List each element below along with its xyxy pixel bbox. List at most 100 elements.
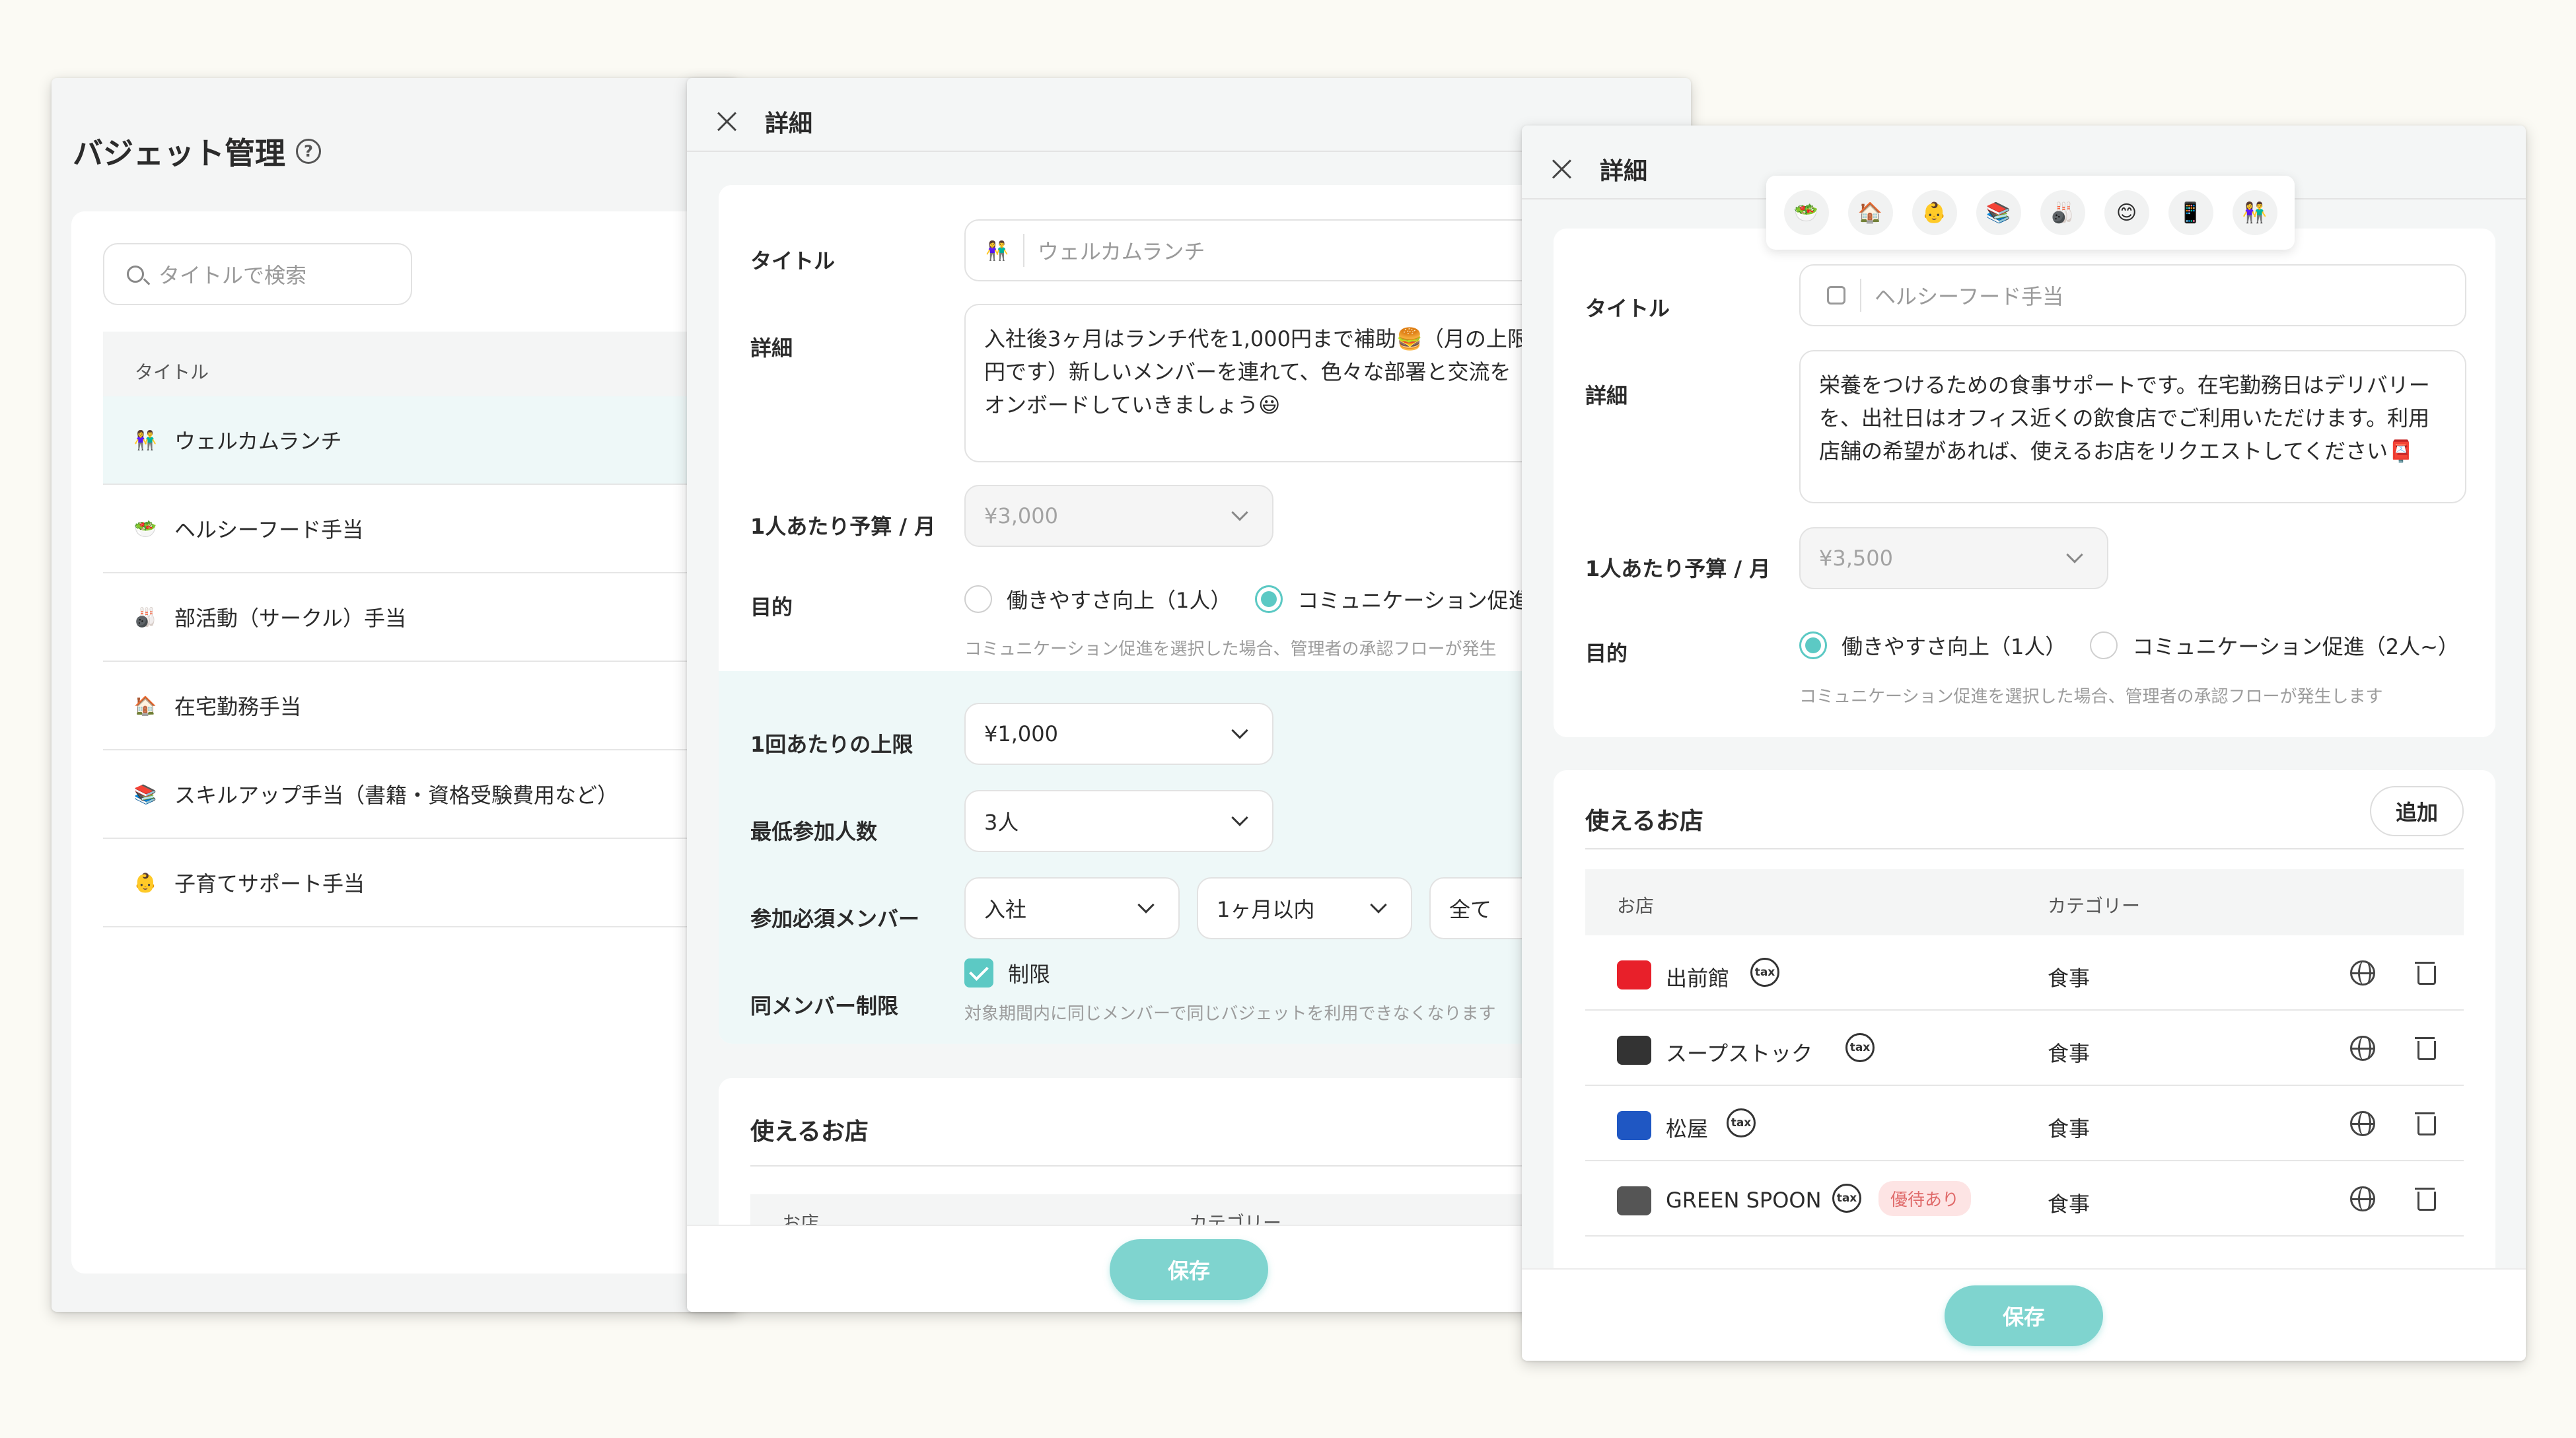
list-item-label: ヘルシーフード手当 [174,517,364,542]
budget-list: 👫 ウェルカムランチ 🥗 ヘルシーフード手当 🎳 部活動（サークル）手当 🏠 在宅勤務手当 📚 ス… [103,396,738,927]
label-detail: 詳細 [750,336,793,361]
salad-emoji-icon[interactable]: 🥗 [1783,190,1829,235]
list-item-label: 部活動（サークル）手当 [174,606,407,631]
bowling-emoji-icon[interactable]: 🎳 [2040,190,2085,235]
limit-select[interactable]: ¥1,000 [964,703,1273,765]
budget-select[interactable]: ¥3,000 [964,485,1273,547]
shop-category: 食事 [2048,1041,2091,1066]
detail-line-2: 円です）新しいメンバーを連れて、色々な部署と交流を [984,359,1511,384]
purpose-radio-1[interactable] [1799,631,1827,659]
search-input[interactable]: タイトルで検索 [103,243,412,305]
same-note: 対象期間内に同じメンバーで同じバジェットを利用できなくなります [964,1004,1496,1024]
shop-name: スープストック [1666,1041,1813,1066]
shops-list: 出前館 tax 食事 スープストック tax 食事 松屋 tax 食事 GREEN SPOON ta… [1585,935,2464,1237]
save-button[interactable]: 保存 [1110,1239,1268,1300]
list-item[interactable]: 👶 子育てサポート手当 [103,839,738,927]
globe-icon[interactable] [2350,960,2375,986]
budget-value: ¥3,500 [1819,546,1893,571]
globe-icon[interactable] [2350,1036,2375,1061]
list-item[interactable]: 👫 ウェルカムランチ [103,396,738,485]
chevron-down-icon [1231,504,1248,521]
same-member-checkbox[interactable] [964,958,993,988]
required-value-3: 全て [1449,897,1492,922]
shop-category: 食事 [2048,966,2091,991]
trash-icon[interactable] [2415,1185,2436,1211]
label-same: 同メンバー制限 [750,993,899,1019]
purpose-note: コミュニケーション促進を選択した場合、管理者の承認フローが発生 [964,639,1497,659]
purpose-radio-2[interactable] [2090,631,2118,659]
footer-right: 保存 [1522,1268,2526,1361]
detail-line-3: 店舗の希望があれば、使えるお店をリクエストしてください📮 [1819,439,2414,464]
required-select-1[interactable]: 入社 [964,877,1180,939]
detail-form-card-right: タイトル ヘルシーフード手当 詳細 栄養をつけるための食事サポートです。在宅勤務… [1554,229,2495,737]
books-emoji-icon[interactable]: 📚 [1976,190,2021,235]
emoji-picker: 🥗 🏠 👶 📚 🎳 😊 📱 👫 [1766,176,2295,250]
close-icon[interactable] [1551,158,1573,180]
purpose-radio-2[interactable] [1255,585,1283,613]
detail-header: 詳細 [1600,158,1648,185]
table-row: 出前館 tax 食事 [1585,935,2464,1011]
bowling-emoji-icon: 🎳 [133,606,157,628]
books-emoji-icon: 📚 [133,783,157,805]
salad-emoji-icon: 🥗 [133,517,157,540]
list-item[interactable]: 🎳 部活動（サークル）手当 [103,573,738,662]
baby-emoji-icon[interactable]: 👶 [1912,190,1957,235]
chevron-down-icon [1231,722,1248,739]
phone-emoji-icon[interactable]: 📱 [2168,190,2213,235]
min-select[interactable]: 3人 [964,790,1273,852]
tax-icon: tax [1750,958,1779,987]
list-item-label: 子育てサポート手当 [174,871,365,896]
purpose-note: コミュニケーション促進を選択した場合、管理者の承認フローが発生します [1799,687,2383,707]
tax-icon: tax [1832,1184,1861,1213]
detail-textarea[interactable]: 栄養をつけるための食事サポートです。在宅勤務日はデリバリー を、出社日はオフィス… [1799,350,2466,503]
tax-icon: tax [1727,1108,1756,1137]
list-item-label: ウェルカムランチ [174,429,342,454]
house-emoji-icon: 🏠 [133,694,157,717]
budget-select[interactable]: ¥3,500 [1799,527,2108,589]
shop-name: 松屋 [1666,1116,1709,1141]
shop-category: 食事 [2048,1192,2091,1217]
shops-title: 使えるお店 [1585,808,1703,835]
globe-icon[interactable] [2350,1186,2375,1211]
help-circle-icon[interactable]: ? [296,139,321,164]
save-button[interactable]: 保存 [1945,1285,2103,1346]
people-emoji-icon[interactable]: 👫 [2232,190,2277,235]
shop-name: 出前館 [1666,966,1730,991]
shop-logo-icon [1617,1186,1651,1215]
label-title: タイトル [1585,296,1670,321]
trash-icon[interactable] [2415,1110,2436,1135]
required-select-2[interactable]: 1ヶ月以内 [1197,877,1412,939]
purpose-option-2: コミュニケーション促進 [1297,588,1530,613]
plate-icon [1827,286,1845,305]
purpose-option-2: コミュニケーション促進（2人~） [2132,634,2459,659]
min-value: 3人 [984,810,1019,835]
trash-icon[interactable] [2415,959,2436,985]
list-item-label: スキルアップ手当（書籍・資格受験費用など） [174,783,619,808]
detail-line-2: を、出社日はオフィス近くの飲食店でご利用いただけます。利用 [1819,406,2430,431]
label-purpose: 目的 [1585,641,1628,666]
globe-icon[interactable] [2350,1111,2375,1136]
close-icon[interactable] [716,110,738,133]
table-header: タイトル [103,332,738,396]
smile-emoji-icon[interactable]: 😊 [2104,190,2149,235]
shop-logo-icon [1617,1036,1651,1065]
list-item[interactable]: 🏠 在宅勤務手当 [103,662,738,750]
title-placeholder: ヘルシーフード手当 [1875,284,2064,309]
purpose-radio-1[interactable] [964,585,992,613]
purpose-option-1: 働きやすさ向上（1人） [1842,634,2067,659]
list-item-label: 在宅勤務手当 [174,694,302,719]
label-detail: 詳細 [1585,383,1628,408]
title-input[interactable]: ヘルシーフード手当 [1799,264,2466,326]
column-title: タイトル [135,361,209,383]
trash-icon[interactable] [2415,1034,2436,1060]
page-title: バジェット管理 [73,135,285,171]
list-item[interactable]: 📚 スキルアップ手当（書籍・資格受験費用など） [103,750,738,839]
list-item[interactable]: 🥗 ヘルシーフード手当 [103,485,738,573]
house-emoji-icon[interactable]: 🏠 [1847,190,1893,235]
col-shop: お店 [1617,895,1655,917]
search-icon [127,266,151,285]
shop-category: 食事 [2048,1116,2091,1141]
label-title: タイトル [750,248,836,273]
detail-line-3: オンボードしていきましょう😃 [984,392,1281,417]
add-button[interactable]: 追加 [2370,786,2464,836]
